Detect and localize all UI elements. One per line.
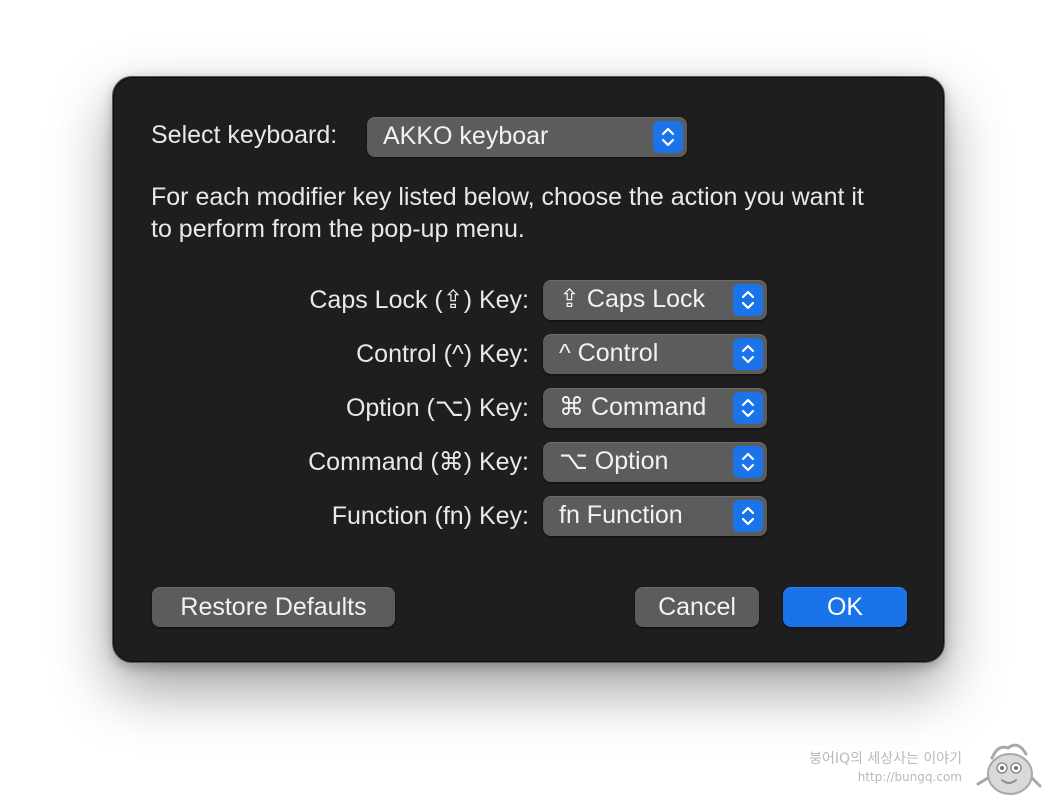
up-down-arrows-icon	[733, 446, 763, 478]
control-key-popup[interactable]: ^ Control	[543, 334, 767, 374]
watermark: 붕어IQ의 세상사는 이야기 http://bungq.com	[809, 732, 1042, 802]
select-keyboard-value: AKKO keyboar	[383, 122, 549, 150]
ok-button[interactable]: OK	[783, 587, 907, 627]
caps-lock-key-label: Caps Lock (⇪) Key:	[309, 286, 529, 314]
description-text: For each modifier key listed below, choo…	[151, 183, 864, 243]
function-key-label: Function (fn) Key:	[331, 502, 529, 530]
modifier-keys-dialog: Select keyboard: AKKO keyboar For each m…	[112, 76, 945, 663]
mascot-icon	[976, 743, 1042, 795]
select-keyboard-label: Select keyboard:	[151, 121, 338, 149]
command-key-label: Command (⌘) Key:	[308, 448, 529, 476]
caps-lock-key-popup[interactable]: ⇪ Caps Lock	[543, 280, 767, 320]
control-key-label: Control (^) Key:	[356, 340, 529, 368]
screen: Select keyboard: AKKO keyboar For each m…	[0, 0, 1058, 812]
option-key-popup[interactable]: ⌘ Command	[543, 388, 767, 428]
up-down-arrows-icon	[733, 392, 763, 424]
command-key-popup[interactable]: ⌥ Option	[543, 442, 767, 482]
cancel-button[interactable]: Cancel	[635, 587, 759, 627]
function-key-popup[interactable]: fn Function	[543, 496, 767, 536]
watermark-title: 붕어IQ의 세상사는 이야기	[809, 751, 962, 767]
control-key-value: ^ Control	[559, 339, 659, 367]
select-keyboard-popup[interactable]: AKKO keyboar	[367, 117, 687, 157]
function-key-value: fn Function	[559, 501, 683, 529]
option-key-label: Option (⌥) Key:	[345, 394, 529, 422]
caps-lock-key-value: ⇪ Caps Lock	[559, 285, 706, 313]
up-down-arrows-icon	[733, 500, 763, 532]
command-key-value: ⌥ Option	[559, 447, 669, 475]
watermark-url: http://bungq.com	[857, 770, 962, 784]
up-down-arrows-icon	[733, 284, 763, 316]
option-key-value: ⌘ Command	[559, 393, 707, 421]
up-down-arrows-icon	[653, 121, 683, 153]
restore-defaults-button[interactable]: Restore Defaults	[152, 587, 395, 627]
up-down-arrows-icon	[733, 338, 763, 370]
